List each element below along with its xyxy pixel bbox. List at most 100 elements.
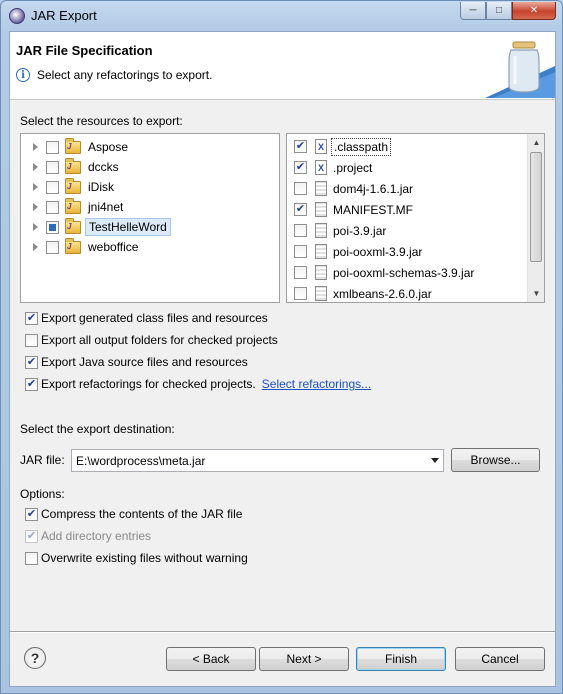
next-button[interactable]: Next > (259, 647, 349, 671)
jar-file-icon (315, 202, 327, 217)
file-checkbox[interactable] (294, 287, 307, 300)
footer-separator (10, 631, 555, 633)
file-item-label: .project (333, 160, 373, 175)
file-item[interactable]: ✔ MANIFEST.MF (287, 199, 415, 220)
export-option-checkbox[interactable]: ✔ (25, 311, 38, 325)
maximize-button[interactable]: □ (486, 2, 512, 20)
finish-button[interactable]: Finish (356, 647, 446, 671)
file-checkbox[interactable] (294, 266, 307, 279)
export-option-label: Export Java source files and resources (41, 355, 248, 369)
tree-item-label: iDisk (88, 180, 114, 194)
tree-item[interactable]: J TestHelleWord (21, 217, 171, 237)
file-checkbox[interactable] (294, 224, 307, 237)
jar-file-label: JAR file: (20, 453, 65, 467)
expand-arrow-icon[interactable] (33, 143, 38, 151)
select-refactorings-link[interactable]: Select refactorings... (262, 377, 371, 391)
jar-file-icon (315, 265, 327, 280)
export-option-checkbox[interactable]: ✔ (25, 355, 38, 369)
java-badge-icon: J (67, 201, 72, 211)
scroll-up-icon[interactable]: ▲ (528, 134, 544, 151)
file-checkbox[interactable]: ✔ (294, 140, 307, 153)
title-bar[interactable]: JAR Export ─ □ ✕ (1, 1, 562, 29)
file-item[interactable]: xmlbeans-2.6.0.jar (287, 283, 434, 302)
export-option[interactable]: Export all output folders for checked pr… (25, 333, 278, 347)
tree-item[interactable]: JiDisk (21, 177, 117, 197)
expand-arrow-icon[interactable] (33, 223, 38, 231)
info-icon: i (16, 68, 30, 82)
project-checkbox[interactable] (46, 160, 59, 174)
jar-option-checkbox[interactable]: ✔ (25, 507, 38, 521)
file-item-label: xmlbeans-2.6.0.jar (333, 286, 432, 301)
java-badge-icon: J (67, 221, 72, 231)
java-project-folder-icon: J (65, 137, 81, 154)
options-label: Options: (20, 487, 65, 501)
project-tree[interactable]: J Aspose Jdccks JiDisk Jjni4net J TestHelleWor… (20, 133, 280, 303)
file-item[interactable]: ✔ X .project (287, 157, 374, 178)
file-list-scrollbar[interactable]: ▲ ▼ (527, 134, 544, 302)
resources-label: Select the resources to export: (20, 114, 183, 128)
java-badge-icon: J (67, 141, 72, 151)
export-option-label: Export generated class files and resourc… (41, 311, 268, 325)
file-checkbox[interactable] (294, 182, 307, 195)
chevron-down-icon[interactable] (431, 458, 439, 463)
scroll-thumb[interactable] (530, 152, 542, 262)
expand-arrow-icon[interactable] (33, 243, 38, 251)
project-checkbox[interactable] (46, 140, 59, 154)
java-project-folder-icon: J (65, 177, 81, 194)
tree-item[interactable]: Jweboffice (21, 237, 141, 257)
file-checkbox[interactable]: ✔ (294, 161, 307, 174)
jar-file-icon (315, 181, 327, 196)
jar-file-icon (315, 286, 327, 301)
tree-item-label: dccks (88, 160, 119, 174)
expand-arrow-icon[interactable] (33, 183, 38, 191)
jar-option[interactable]: Overwrite existing files without warning (25, 551, 248, 565)
expand-arrow-icon[interactable] (33, 203, 38, 211)
java-project-folder-icon: J (65, 197, 81, 214)
window-title: JAR Export (31, 8, 97, 23)
export-option[interactable]: ✔ Export refactorings for checked project… (25, 377, 371, 391)
browse-button[interactable]: Browse... (451, 448, 540, 472)
file-item[interactable]: dom4j-1.6.1.jar (287, 178, 415, 199)
tree-item[interactable]: Jjni4net (21, 197, 126, 217)
export-option-checkbox[interactable]: ✔ (25, 377, 38, 391)
project-checkbox[interactable] (46, 200, 59, 214)
tree-item[interactable]: Jdccks (21, 157, 122, 177)
project-checkbox[interactable] (46, 180, 59, 194)
file-checkbox[interactable] (294, 245, 307, 258)
header-message: i Select any refactorings to export. (16, 68, 212, 82)
export-option-checkbox[interactable] (25, 333, 38, 347)
file-item[interactable]: poi-ooxml-schemas-3.9.jar (287, 262, 476, 283)
window-controls: ─ □ ✕ (460, 2, 556, 20)
project-checkbox[interactable] (46, 240, 59, 254)
tree-item[interactable]: J Aspose (21, 137, 131, 157)
jar-export-window: JAR Export ─ □ ✕ JAR File Specification … (0, 0, 563, 694)
cancel-button[interactable]: Cancel (455, 647, 545, 671)
jar-option: ✔ Add directory entries (25, 529, 151, 543)
export-option[interactable]: ✔ Export Java source files and resources (25, 355, 248, 369)
help-icon[interactable]: ? (24, 647, 46, 669)
project-checkbox[interactable] (46, 220, 59, 234)
export-option-label: Export all output folders for checked pr… (41, 333, 278, 347)
close-button[interactable]: ✕ (512, 2, 556, 20)
jar-option-label: Overwrite existing files without warning (41, 551, 248, 565)
back-button[interactable]: < Back (166, 647, 256, 671)
expand-arrow-icon[interactable] (33, 163, 38, 171)
file-item[interactable]: poi-3.9.jar (287, 220, 388, 241)
scroll-down-icon[interactable]: ▼ (528, 285, 544, 302)
jar-option[interactable]: ✔ Compress the contents of the JAR file (25, 507, 242, 521)
eclipse-icon (9, 8, 25, 24)
jar-file-value: E:\wordprocess\meta.jar (76, 453, 206, 468)
java-project-folder-icon: J (65, 237, 81, 254)
export-option[interactable]: ✔ Export generated class files and resour… (25, 311, 268, 325)
jar-option-checkbox[interactable] (25, 551, 38, 565)
page-title: JAR File Specification (16, 43, 153, 58)
jar-file-combo[interactable]: E:\wordprocess\meta.jar (71, 449, 444, 472)
java-project-folder-icon: J (65, 217, 81, 234)
file-item[interactable]: poi-ooxml-3.9.jar (287, 241, 424, 262)
tree-item-label: TestHelleWord (85, 218, 171, 236)
file-item-label: poi-3.9.jar (333, 223, 387, 238)
minimize-button[interactable]: ─ (460, 2, 486, 20)
file-checkbox[interactable]: ✔ (294, 203, 307, 216)
file-item[interactable]: ✔ X .classpath (287, 136, 392, 157)
file-list[interactable]: ✔ X .classpath ✔ X .project dom4j-1.6.1.jar ✔ MA… (286, 133, 545, 303)
